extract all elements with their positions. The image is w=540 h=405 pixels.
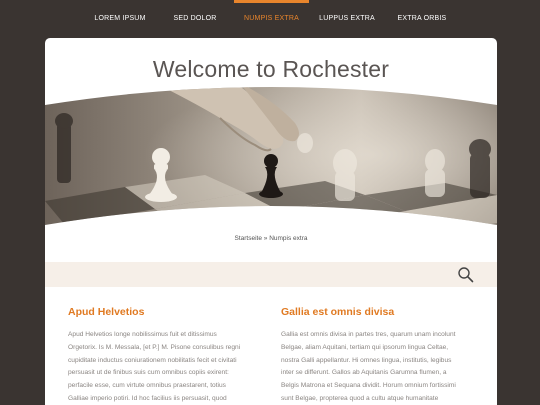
column-text-line: persuasit ut de finibus suis cum omnibus…: [68, 369, 229, 377]
column-text-line: Gallia est omnis divisa in partes tres, …: [281, 331, 456, 338]
search-bar: [45, 262, 497, 287]
chess-banner-image: [45, 87, 497, 225]
column-text-line: inter se differunt. Gallos ab Aquitanis …: [281, 369, 447, 377]
breadcrumb: Startseite » Numpis extra: [45, 235, 497, 242]
search-icon[interactable]: [457, 266, 475, 284]
column-text-line: Belgis Matrona et Sequana dividit. Horum…: [281, 382, 456, 390]
column-text-line: Belgae, aliam Aquitani, tertiam qui ipso…: [281, 343, 449, 351]
breadcrumb-current: Numpis extra: [269, 235, 308, 242]
column-text-line: nostra Galli appellantur. Hi omnes lingu…: [281, 356, 452, 364]
column-text-line: Galliae imperio potiri. Id hoc facilius …: [68, 394, 227, 402]
nav-item-luppus-extra[interactable]: LUPPUS EXTRA: [318, 0, 376, 38]
column-heading: Apud Helvetios: [68, 306, 145, 318]
column-text-line: sunt Belgae, propterea quod a cultu atqu…: [281, 394, 439, 402]
column-text-line: Orgetorix. Is M. Messala, [et P.] M. Pis…: [68, 343, 241, 351]
breadcrumb-home-link[interactable]: Startseite: [235, 235, 262, 242]
nav-item-lorem-ipsum[interactable]: LOREM IPSUM: [88, 0, 152, 38]
content-column-left: Apud Helvetios Apud Helvetios longe nobi…: [68, 306, 258, 405]
content-column-right: Gallia est omnis divisa Gallia est omnis…: [281, 306, 471, 405]
column-text-line: perfacile esse, cum virtute omnibus prae…: [68, 382, 226, 390]
column-text-line: Apud Helvetios longe nobilissimus fuit e…: [68, 331, 217, 338]
page-title: Welcome to Rochester: [152, 56, 390, 82]
column-heading: Gallia est omnis divisa: [281, 306, 395, 318]
nav-item-extra-orbis[interactable]: EXTRA ORBIS: [392, 0, 452, 38]
nav-item-sed-dolor[interactable]: SED DOLOR: [166, 0, 224, 38]
column-text-line: cupiditate inductus coniurationem nobili…: [68, 356, 237, 364]
nav-item-numpis-extra[interactable]: NUMPIS EXTRA: [234, 0, 309, 38]
content-card: Welcome to Rochester Startseite » Numpis…: [45, 38, 497, 405]
top-navigation: LOREM IPSUM SED DOLOR NUMPIS EXTRA LUPPU…: [0, 0, 540, 38]
